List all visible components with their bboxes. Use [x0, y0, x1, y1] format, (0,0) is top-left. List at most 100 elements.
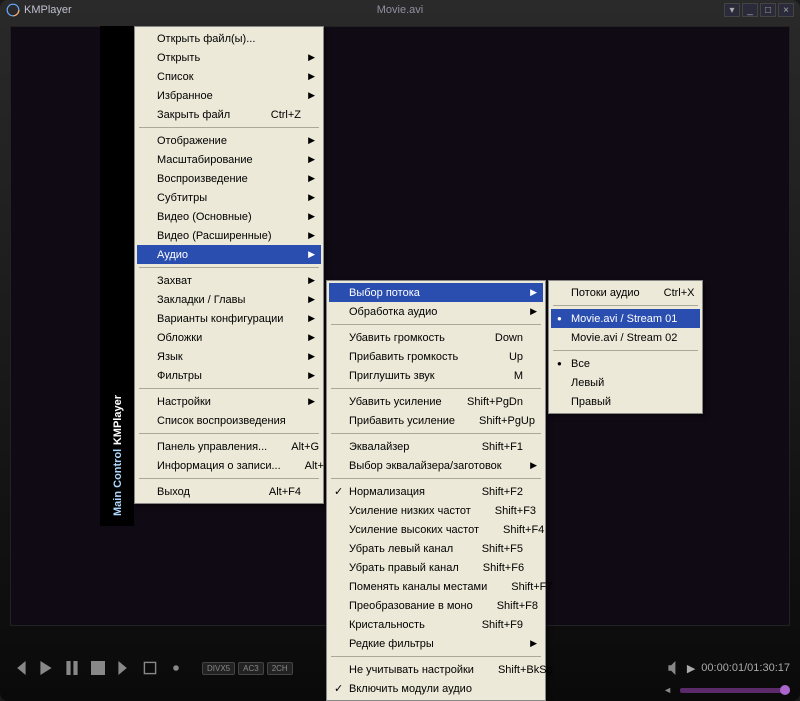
menu-item[interactable]: Субтитры▶	[137, 188, 321, 207]
prev-button[interactable]	[10, 658, 30, 678]
menu-shortcut: Ctrl+Z	[247, 109, 301, 121]
menu-item[interactable]: Панель управления...Alt+G	[137, 437, 321, 456]
main-control-sidebar: Main Control KMPlayer	[100, 26, 134, 526]
menu-separator	[139, 433, 319, 434]
menu-item[interactable]: Убрать правый каналShift+F6	[329, 558, 543, 577]
menu-item[interactable]: Потоки аудиоCtrl+X	[551, 283, 700, 302]
menu-item[interactable]: Настройки▶	[137, 392, 321, 411]
menu-item[interactable]: Аудио▶	[137, 245, 321, 264]
menu-item[interactable]: Язык▶	[137, 347, 321, 366]
menu-item[interactable]: Воспроизведение▶	[137, 169, 321, 188]
menu-separator	[331, 324, 541, 325]
menu-item[interactable]: Отображение▶	[137, 131, 321, 150]
menu-item[interactable]: Убавить громкостьDown	[329, 328, 543, 347]
menu-item[interactable]: Приглушить звукM	[329, 366, 543, 385]
tray-button[interactable]: ▾	[724, 3, 740, 17]
menu-item[interactable]: Список воспроизведения	[137, 411, 321, 430]
menu-item-label: Субтитры	[157, 192, 207, 204]
volume-min-icon: ◄	[663, 685, 672, 695]
volume-slider[interactable]	[680, 688, 790, 693]
menu-item-label: Захват	[157, 275, 192, 287]
menu-item[interactable]: Закладки / Главы ▶	[137, 290, 321, 309]
player-window: KMPlayer Movie.avi ▾ _ □ × Main Control …	[0, 0, 800, 701]
menu-item[interactable]: Movie.avi / Stream 01	[551, 309, 700, 328]
extra1-button[interactable]	[140, 658, 160, 678]
pause-button[interactable]	[62, 658, 82, 678]
titlebar: KMPlayer Movie.avi ▾ _ □ ×	[0, 0, 800, 20]
codec-badge: 2CH	[267, 662, 293, 675]
menu-item-label: Настройки	[157, 396, 211, 408]
submenu-arrow-icon: ▶	[308, 230, 315, 241]
menu-separator	[139, 267, 319, 268]
menu-shortcut: Shift+F1	[458, 441, 523, 453]
minimize-button[interactable]: _	[742, 3, 758, 17]
submenu-arrow-icon: ▶	[530, 306, 537, 317]
menu-item[interactable]: Усиление низких частотShift+F3	[329, 501, 543, 520]
submenu-arrow-icon: ▶	[530, 287, 537, 298]
menu-shortcut: Shift+F9	[458, 619, 523, 631]
sidebar-label: Main Control KMPlayer	[110, 395, 125, 516]
stop-button[interactable]	[88, 658, 108, 678]
menu-item[interactable]: Варианты конфигурации▶	[137, 309, 321, 328]
menu-item-label: Аудио	[157, 249, 188, 261]
menu-item[interactable]: Видео (Основные)▶	[137, 207, 321, 226]
play-button[interactable]	[36, 658, 56, 678]
menu-item[interactable]: Movie.avi / Stream 02	[551, 328, 700, 347]
menu-item[interactable]: Выбор потока▶	[329, 283, 543, 302]
menu-shortcut: M	[490, 370, 523, 382]
menu-item[interactable]: Поменять каналы местамиShift+F7	[329, 577, 543, 596]
menu-item[interactable]: ВыходAlt+F4	[137, 482, 321, 501]
menu-item[interactable]: Открыть▶	[137, 48, 321, 67]
menu-item-label: Открыть	[157, 52, 200, 64]
menu-item[interactable]: Масштабирование▶	[137, 150, 321, 169]
menu-item[interactable]: Прибавить усилениеShift+PgUp	[329, 411, 543, 430]
menu-item[interactable]: Правый	[551, 392, 700, 411]
submenu-arrow-icon: ▶	[308, 294, 315, 305]
next-button[interactable]	[114, 658, 134, 678]
menu-item-label: Выбор эквалайзера/заготовок	[349, 460, 502, 472]
menu-item[interactable]: Информация о записи...Alt+J	[137, 456, 321, 475]
menu-item-label: Правый	[571, 396, 611, 408]
menu-item[interactable]: Закрыть файлCtrl+Z	[137, 105, 321, 124]
menu-shortcut: Ctrl+X	[640, 287, 695, 299]
menu-item[interactable]: Обложки▶	[137, 328, 321, 347]
menu-item[interactable]: Список▶	[137, 67, 321, 86]
menu-item[interactable]: Захват▶	[137, 271, 321, 290]
menu-item[interactable]: Убрать левый каналShift+F5	[329, 539, 543, 558]
menu-item-label: Кристальность	[349, 619, 425, 631]
close-button[interactable]: ×	[778, 3, 794, 17]
menu-item[interactable]: Открыть файл(ы)...	[137, 29, 321, 48]
menu-item[interactable]: Эквалайзер Shift+F1	[329, 437, 543, 456]
menu-item-label: Список воспроизведения	[157, 415, 286, 427]
menu-item-label: Эквалайзер	[349, 441, 409, 453]
submenu-arrow-icon: ▶	[308, 154, 315, 165]
menu-item[interactable]: Усиление высоких частотShift+F4	[329, 520, 543, 539]
menu-separator	[139, 127, 319, 128]
extra2-button[interactable]	[166, 658, 186, 678]
menu-item[interactable]: Прибавить громкостьUp	[329, 347, 543, 366]
menu-item[interactable]: Преобразование в моноShift+F8	[329, 596, 543, 615]
menu-separator	[331, 388, 541, 389]
menu-item[interactable]: Все	[551, 354, 700, 373]
submenu-arrow-icon: ▶	[308, 332, 315, 343]
menu-item-label: Потоки аудио	[571, 287, 640, 299]
menu-item[interactable]: Кристальность Shift+F9	[329, 615, 543, 634]
menu-item-label: Открыть файл(ы)...	[157, 33, 255, 45]
menu-separator	[331, 433, 541, 434]
menu-item[interactable]: Убавить усилениеShift+PgDn	[329, 392, 543, 411]
menu-item[interactable]: Видео (Расширенные)▶	[137, 226, 321, 245]
menu-item[interactable]: Левый	[551, 373, 700, 392]
menu-shortcut: Shift+PgUp	[455, 415, 535, 427]
menu-shortcut: Shift+F8	[473, 600, 538, 612]
menu-item[interactable]: Избранное▶	[137, 86, 321, 105]
menu-item[interactable]: Фильтры▶	[137, 366, 321, 385]
menu-item-label: Movie.avi / Stream 02	[571, 332, 677, 344]
menu-item[interactable]: НормализацияShift+F2	[329, 482, 543, 501]
menu-item[interactable]: Выбор эквалайзера/заготовок▶	[329, 456, 543, 475]
menu-item-label: Нормализация	[349, 486, 425, 498]
menu-item-label: Закладки / Главы	[157, 294, 245, 306]
maximize-button[interactable]: □	[760, 3, 776, 17]
menu-item[interactable]: Обработка аудио▶	[329, 302, 543, 321]
menu-item-label: Преобразование в моно	[349, 600, 473, 612]
menu-item-label: Movie.avi / Stream 01	[571, 313, 677, 325]
